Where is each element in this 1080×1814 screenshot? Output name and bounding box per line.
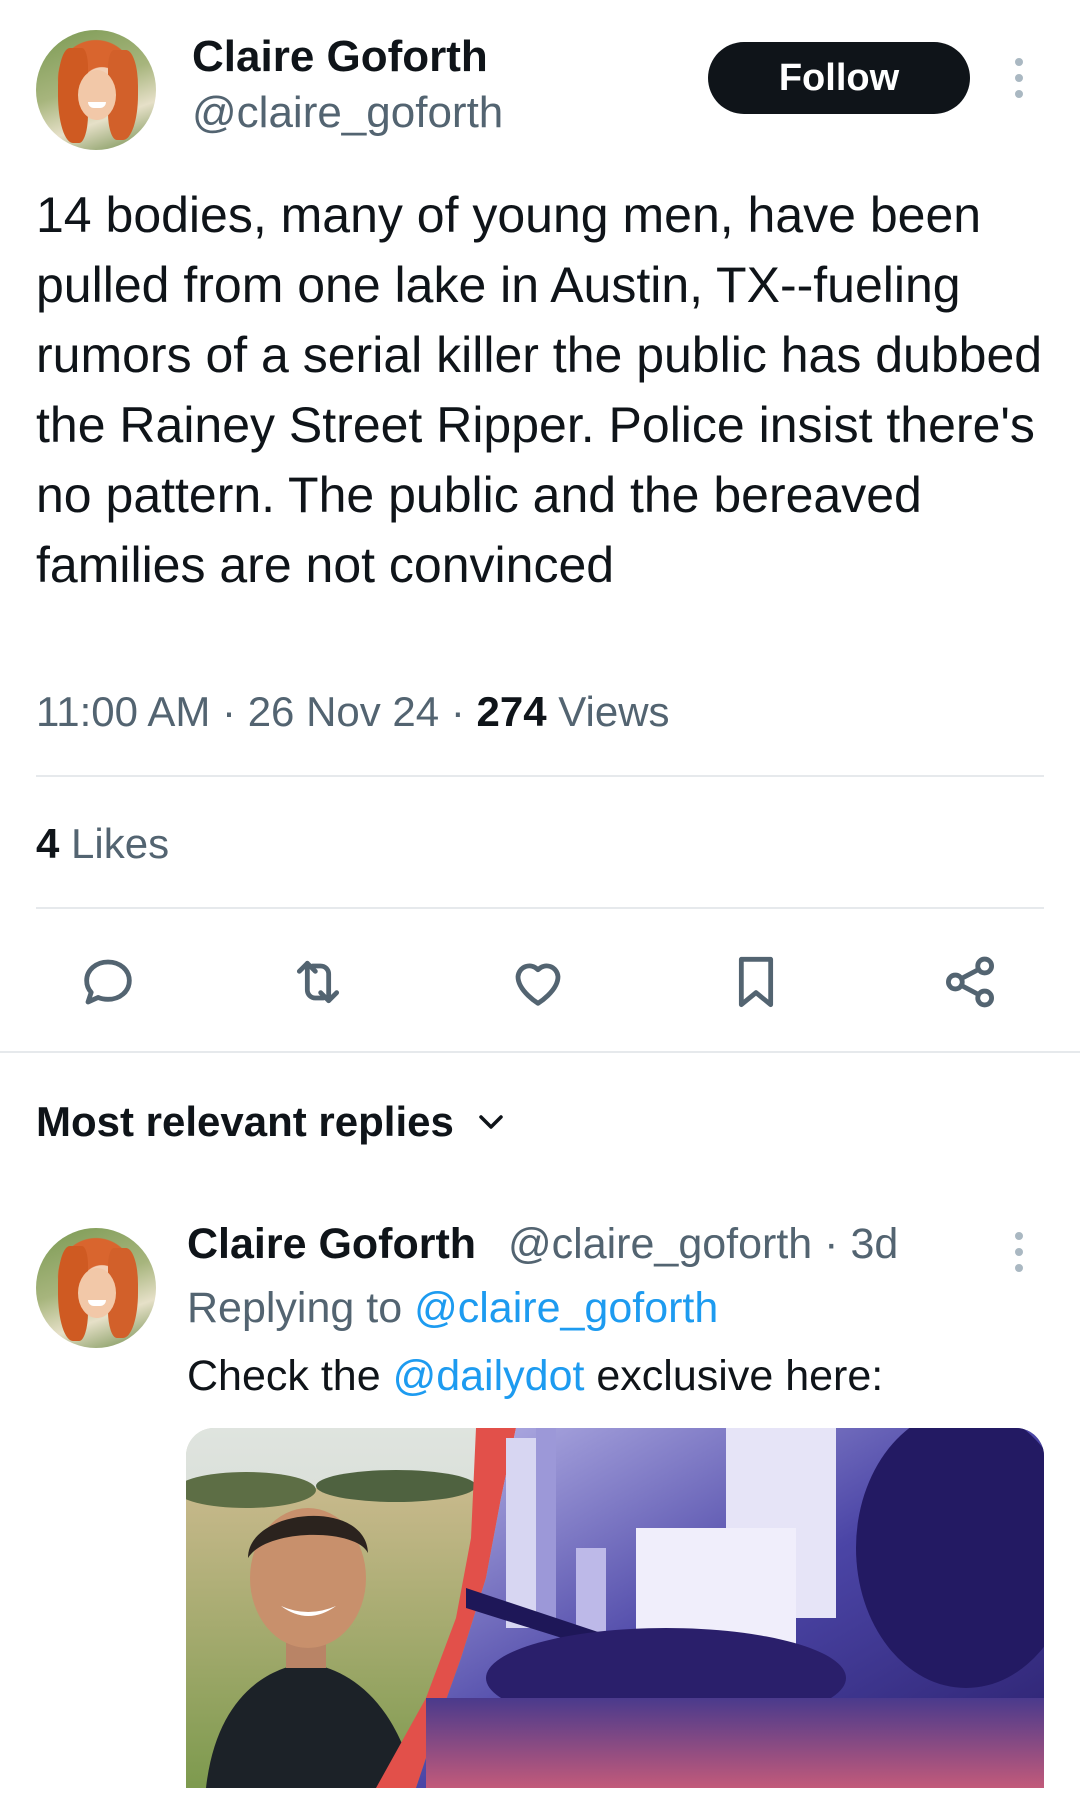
link-card-image[interactable] [186, 1428, 1044, 1788]
meta-separator: · [824, 1220, 839, 1268]
reply-text-before: Check the [187, 1352, 381, 1400]
likes-count: 4 [36, 820, 60, 867]
chevron-down-icon [479, 1115, 503, 1129]
reply-text: Check the @dailydot exclusive here: [187, 1352, 883, 1401]
mention-link[interactable]: @dailydot [393, 1352, 585, 1400]
views-label: Views [558, 688, 670, 735]
reply-author-handle[interactable]: @claire_goforth · 3d [508, 1220, 898, 1269]
author-avatar[interactable] [36, 30, 156, 150]
reply-age: 3d [850, 1220, 899, 1268]
tweet-date[interactable]: 26 Nov 24 [248, 688, 439, 735]
reply-author-avatar[interactable] [36, 1228, 156, 1348]
tweet-time[interactable]: 11:00 AM [36, 688, 210, 735]
follow-button[interactable]: Follow [708, 42, 970, 114]
meta-separator: · [222, 688, 237, 735]
more-options-icon[interactable] [1012, 58, 1026, 98]
replying-to-line: Replying to @claire_goforth [187, 1284, 718, 1333]
divider [36, 907, 1044, 909]
share-icon[interactable] [938, 950, 1002, 1014]
bookmark-icon[interactable] [724, 950, 788, 1014]
replying-prefix: Replying to [187, 1284, 403, 1332]
meta-separator: · [450, 688, 465, 735]
page-bottom [0, 1788, 1080, 1814]
author-handle[interactable]: @claire_goforth [192, 88, 503, 138]
views-count: 274 [476, 688, 547, 735]
retweet-icon[interactable] [286, 950, 350, 1014]
reply-text-after: exclusive here: [596, 1352, 884, 1400]
tweet-text: 14 bodies, many of young men, have been … [36, 187, 1043, 593]
replies-sort-dropdown[interactable]: Most relevant replies [36, 1098, 506, 1146]
tweet-meta: 11:00 AM · 26 Nov 24 · 274 Views [36, 688, 670, 736]
reply-handle-text: @claire_goforth [508, 1220, 813, 1268]
likes-summary[interactable]: 4 Likes [36, 820, 169, 868]
replies-heading-label: Most relevant replies [36, 1098, 454, 1145]
section-divider [0, 1051, 1080, 1053]
reply-author-name[interactable]: Claire Goforth [187, 1220, 476, 1269]
divider [36, 775, 1044, 777]
replying-to-link[interactable]: @claire_goforth [414, 1284, 718, 1332]
author-name[interactable]: Claire Goforth [192, 32, 488, 82]
heart-icon[interactable] [506, 950, 570, 1014]
reply-icon[interactable] [76, 950, 140, 1014]
reply-more-options-icon[interactable] [1012, 1232, 1026, 1272]
likes-label: Likes [71, 820, 170, 867]
